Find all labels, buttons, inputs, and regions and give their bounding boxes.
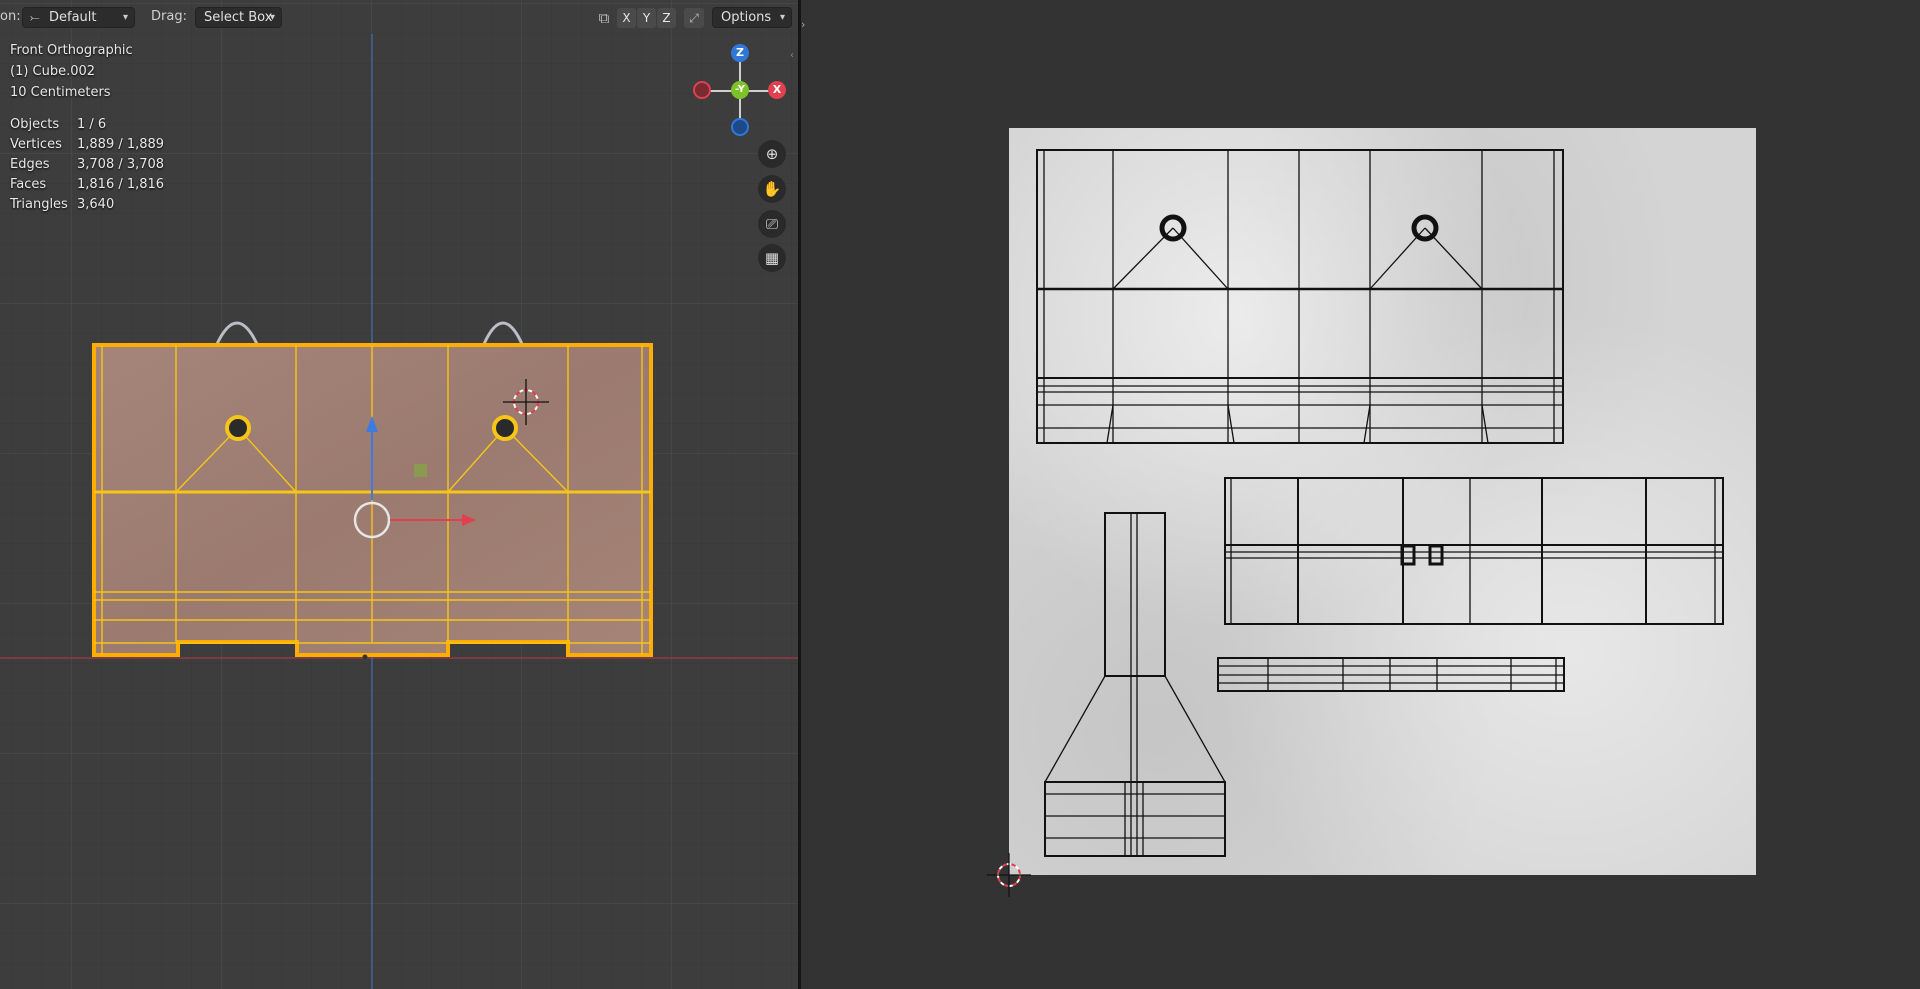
uv-island-handle — [1044, 512, 1226, 857]
viewport-canvas[interactable] — [0, 0, 798, 989]
uv-canvas[interactable] — [801, 0, 1920, 989]
uv-islands — [1036, 149, 1724, 857]
right-ring — [492, 415, 518, 441]
origin-dot — [362, 654, 368, 660]
uv-island-strip — [1217, 657, 1565, 692]
uv-island-front — [1036, 149, 1564, 444]
right-handle — [482, 321, 524, 345]
uv-island-side — [1224, 477, 1724, 625]
3d-viewport[interactable]: on: ⤚ Default ▾ Drag: Select Box ▾ ⧉ X Y… — [0, 0, 798, 989]
left-handle — [215, 321, 259, 345]
uv-editor[interactable]: › — [801, 0, 1920, 989]
uv-cursor-icon — [987, 853, 1031, 897]
left-ring — [225, 415, 251, 441]
plane-handle — [414, 464, 427, 477]
